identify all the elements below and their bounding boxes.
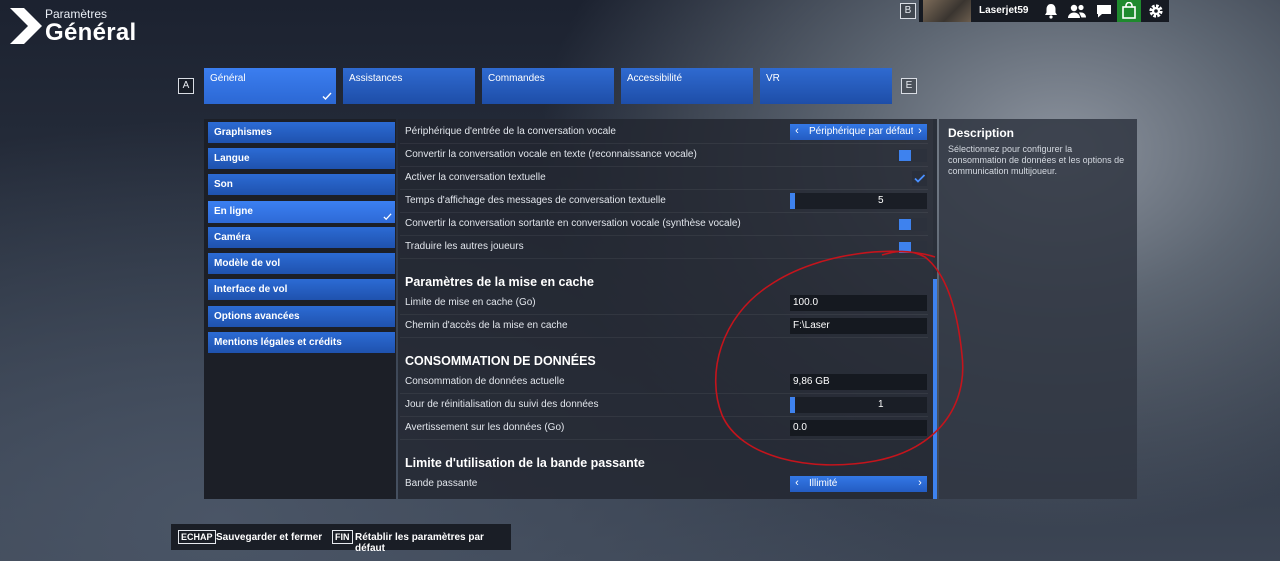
top-user-bar: Laserjet59	[919, 0, 1169, 22]
chevron-left-icon[interactable]: ‹	[792, 125, 802, 137]
bell-icon[interactable]	[1042, 2, 1060, 20]
tab-commandes[interactable]: Commandes	[482, 68, 614, 104]
tab-label: Assistances	[349, 73, 403, 84]
setting-label: Convertir la conversation sortante en co…	[405, 218, 741, 229]
setting-label: Activer la conversation textuelle	[405, 172, 546, 183]
setting-label: Temps d'affichage des messages de conver…	[405, 195, 666, 206]
check-icon	[914, 174, 926, 183]
sidebar-item-modele-de-vol[interactable]: Modèle de vol	[208, 253, 395, 274]
slider-value: 5	[878, 195, 884, 206]
reset-defaults-button[interactable]: Rétablir les paramètres par défaut	[355, 532, 511, 554]
outgoing-tts-toggle[interactable]	[897, 218, 927, 231]
sidebar-item-interface-de-vol[interactable]: Interface de vol	[208, 279, 395, 300]
text-chat-checkbox[interactable]	[912, 171, 927, 186]
selector-value: Périphérique par défaut -	[809, 126, 913, 137]
tab-label: Commandes	[488, 73, 545, 84]
slider-fill	[790, 193, 795, 209]
key-hint-fin: FIN	[332, 530, 353, 544]
sidebar-item-camera[interactable]: Caméra	[208, 227, 395, 248]
setting-row-text-display-time[interactable]: Temps d'affichage des messages de conver…	[400, 191, 928, 213]
setting-label: Chemin d'accès de la mise en cache	[405, 320, 568, 331]
sidebar-item-label: Caméra	[214, 232, 251, 243]
tab-label: Général	[210, 73, 246, 84]
setting-row-bandwidth[interactable]: Bande passante ‹ Illimité ›	[400, 474, 928, 496]
key-hint-e: E	[901, 78, 917, 94]
sidebar-item-en-ligne[interactable]: En ligne	[208, 201, 395, 223]
hand-drawn-circle-annotation	[714, 250, 964, 466]
setting-label: Jour de réinitialisation du suivi des do…	[405, 399, 599, 410]
key-hint-a: A	[178, 78, 194, 94]
username: Laserjet59	[979, 5, 1029, 16]
setting-label: Convertir la conversation vocale en text…	[405, 149, 697, 160]
setting-row-voice-to-text[interactable]: Convertir la conversation vocale en text…	[400, 145, 928, 167]
sidebar-item-label: Options avancées	[214, 311, 300, 322]
setting-label: Traduire les autres joueurs	[405, 241, 524, 252]
setting-row-voice-input[interactable]: Périphérique d'entrée de la conversation…	[400, 122, 928, 144]
voice-to-text-toggle[interactable]	[897, 149, 927, 162]
sidebar-item-langue[interactable]: Langue	[208, 148, 395, 169]
chevron-logo-icon	[10, 8, 42, 44]
section-title-bandwidth: Limite d'utilisation de la bande passant…	[405, 456, 645, 470]
sidebar-item-label: Interface de vol	[214, 284, 288, 295]
section-title-cache: Paramètres de la mise en cache	[405, 275, 595, 289]
setting-row-text-chat[interactable]: Activer la conversation textuelle	[400, 168, 928, 190]
tab-accessibilite[interactable]: Accessibilité	[621, 68, 753, 104]
tab-general[interactable]: Général	[204, 68, 336, 104]
sidebar-item-son[interactable]: Son	[208, 174, 395, 195]
setting-row-outgoing-tts[interactable]: Convertir la conversation sortante en co…	[400, 214, 928, 236]
text-display-time-slider[interactable]: 5	[790, 193, 927, 209]
bandwidth-selector[interactable]: ‹ Illimité ›	[790, 476, 927, 492]
chevron-left-icon[interactable]: ‹	[792, 477, 802, 489]
check-icon	[322, 92, 332, 101]
tab-vr[interactable]: VR	[760, 68, 892, 104]
description-title: Description	[948, 126, 1015, 140]
footer-bar: ECHAP Sauvegarder et fermer FIN Rétablir…	[171, 524, 511, 554]
check-icon	[383, 213, 392, 221]
page-title: Général	[45, 19, 137, 46]
key-hint-b: B	[900, 3, 916, 19]
app-brand: Paramètres Général	[0, 0, 150, 60]
toggle-knob	[899, 219, 911, 230]
gear-icon[interactable]	[1147, 2, 1165, 20]
sidebar-item-label: Mentions légales et crédits	[214, 337, 342, 348]
tab-assistances[interactable]: Assistances	[343, 68, 475, 104]
setting-label: Bande passante	[405, 478, 478, 489]
chat-icon[interactable]	[1095, 2, 1113, 20]
sidebar-item-label: Graphismes	[214, 127, 272, 138]
setting-label: Consommation de données actuelle	[405, 376, 565, 387]
sidebar-item-label: Langue	[214, 153, 250, 164]
setting-label: Périphérique d'entrée de la conversation…	[405, 126, 616, 137]
setting-label: Avertissement sur les données (Go)	[405, 422, 565, 433]
sidebar-item-label: Son	[214, 179, 233, 190]
sidebar-item-options-avancees[interactable]: Options avancées	[208, 306, 395, 327]
avatar[interactable]	[923, 0, 971, 22]
save-and-close-button[interactable]: Sauvegarder et fermer	[216, 532, 322, 543]
selector-value: Illimité	[809, 478, 838, 489]
chevron-right-icon[interactable]: ›	[915, 477, 925, 489]
sidebar-item-graphismes[interactable]: Graphismes	[208, 122, 395, 143]
toggle-knob	[899, 150, 911, 161]
sidebar-item-label: En ligne	[214, 206, 253, 217]
store-icon[interactable]	[1117, 0, 1141, 22]
settings-sidebar: Graphismes Langue Son En ligne Caméra Mo…	[204, 119, 396, 499]
friends-icon[interactable]	[1066, 2, 1088, 20]
description-text: Sélectionnez pour configurer la consomma…	[948, 144, 1125, 176]
key-hint-echap: ECHAP	[178, 530, 216, 544]
setting-label: Limite de mise en cache (Go)	[405, 297, 536, 308]
tab-label: VR	[766, 73, 780, 84]
sidebar-item-label: Modèle de vol	[214, 258, 281, 269]
tab-label: Accessibilité	[627, 73, 683, 84]
section-title-data: CONSOMMATION DE DONNÉES	[405, 354, 596, 368]
voice-input-selector[interactable]: ‹ Périphérique par défaut - ›	[790, 124, 927, 140]
chevron-right-icon[interactable]: ›	[915, 125, 925, 137]
sidebar-item-mentions-legales[interactable]: Mentions légales et crédits	[208, 332, 395, 353]
